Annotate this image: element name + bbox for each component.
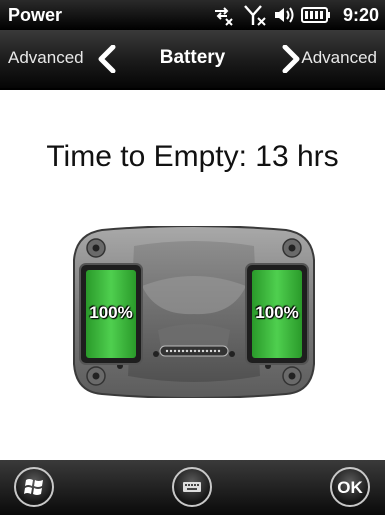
nav-next-label[interactable]: Advanced bbox=[301, 48, 377, 68]
keyboard-icon bbox=[183, 482, 201, 492]
windows-start-icon bbox=[24, 479, 43, 495]
battery-1-label: 100% bbox=[89, 303, 133, 322]
battery-2-label: 100% bbox=[255, 303, 299, 322]
status-bar: Power 9:20 bbox=[0, 0, 385, 30]
volume-icon[interactable] bbox=[273, 5, 297, 25]
start-button[interactable] bbox=[14, 467, 54, 507]
ok-label: OK bbox=[337, 478, 363, 497]
keyboard-button[interactable] bbox=[172, 467, 212, 507]
status-title[interactable]: Power bbox=[8, 5, 62, 26]
time-to-empty: Time to Empty: 13 hrs bbox=[46, 140, 339, 173]
battery-content: Time to Empty: 13 hrs 100% 100% bbox=[0, 90, 385, 460]
bottom-bar: OK bbox=[0, 460, 385, 515]
chevron-right-icon[interactable] bbox=[280, 45, 302, 73]
device-back-image: 100% 100% bbox=[72, 225, 316, 399]
sync-disconnected-icon[interactable] bbox=[212, 4, 234, 26]
battery-icon[interactable] bbox=[301, 7, 331, 23]
nav-bar: Advanced Battery Advanced bbox=[0, 30, 385, 90]
ok-button[interactable]: OK bbox=[330, 467, 370, 507]
signal-off-icon[interactable] bbox=[243, 4, 267, 26]
clock[interactable]: 9:20 bbox=[343, 5, 379, 26]
power-battery-screen: Power 9:20 Advanced Battery Advanced Tim… bbox=[0, 0, 385, 515]
